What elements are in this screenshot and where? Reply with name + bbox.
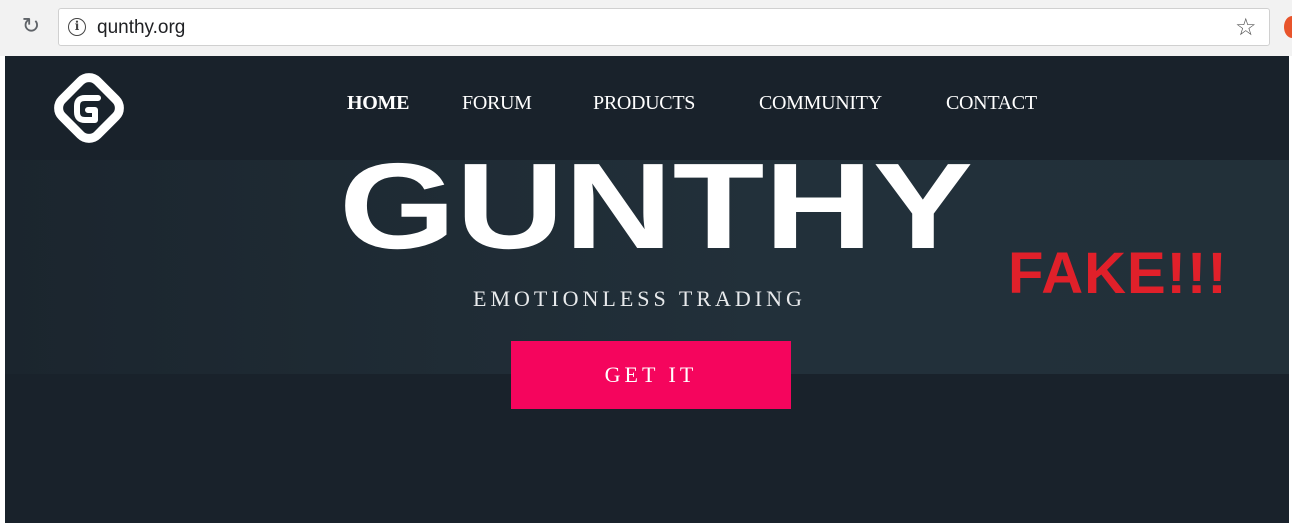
nav-home[interactable]: HOME: [347, 92, 409, 115]
nav-forum[interactable]: FORUM: [462, 92, 532, 115]
nav-contact[interactable]: CONTACT: [946, 92, 1037, 115]
info-icon[interactable]: i: [68, 18, 86, 36]
url-text[interactable]: qunthy.org: [97, 17, 185, 39]
brand-wordmark: GUNTHY: [339, 152, 973, 272]
nav-community[interactable]: COMMUNITY: [759, 92, 882, 115]
extension-icon[interactable]: [1284, 16, 1292, 38]
address-bar[interactable]: i qunthy.org ☆: [58, 8, 1270, 46]
nav-products[interactable]: PRODUCTS: [593, 92, 695, 115]
reload-icon[interactable]: ↻: [18, 14, 44, 40]
browser-toolbar: ↻ i qunthy.org ☆: [0, 0, 1292, 56]
star-icon[interactable]: ☆: [1235, 13, 1257, 41]
tagline: EMOTIONLESS TRADING: [473, 286, 806, 311]
brand-title: GUNTHY: [339, 152, 973, 272]
web-page: HOME FORUM PRODUCTS COMMUNITY CONTACT GU…: [5, 56, 1289, 523]
get-it-button[interactable]: GET IT: [511, 341, 791, 409]
fake-annotation: FAKE!!!: [1008, 241, 1228, 306]
main-nav: HOME FORUM PRODUCTS COMMUNITY CONTACT: [5, 92, 1289, 122]
